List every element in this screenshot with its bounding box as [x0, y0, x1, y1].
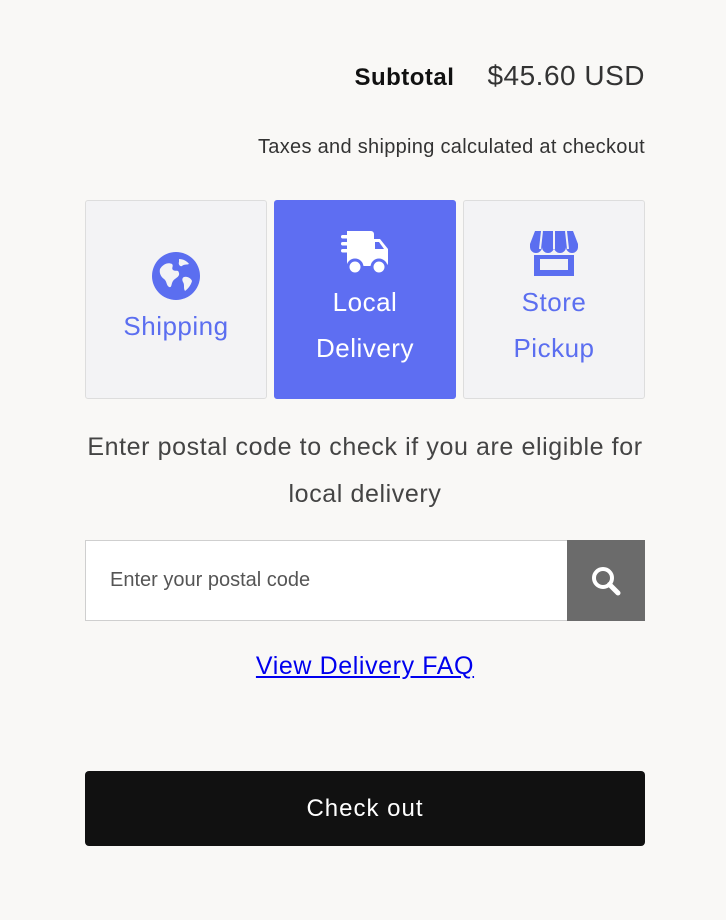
delivery-option-local-delivery[interactable]: Local Delivery — [274, 200, 456, 399]
globe-icon — [152, 251, 200, 300]
delivery-options: Shipping Local Delivery Store Pickup — [85, 200, 645, 399]
storefront-icon — [530, 230, 578, 276]
delivery-option-label: Pickup — [513, 332, 595, 363]
search-icon — [592, 566, 621, 595]
delivery-truck-icon — [341, 230, 388, 275]
delivery-option-shipping[interactable]: Shipping — [85, 200, 267, 399]
delivery-option-label: Local — [332, 286, 398, 317]
faq-link-container: View Delivery FAQ — [85, 652, 645, 681]
postal-code-input[interactable] — [85, 540, 567, 621]
delivery-option-label: Delivery — [316, 332, 414, 363]
subtotal-value: $45.60 USD — [487, 60, 645, 91]
postal-form — [85, 540, 645, 621]
search-button[interactable] — [567, 540, 645, 621]
cart-summary-page: Subtotal $45.60 USD Taxes and shipping c… — [0, 0, 726, 920]
tax-note: Taxes and shipping calculated at checkou… — [258, 136, 645, 158]
subtotal-label: Subtotal — [354, 64, 455, 91]
delivery-option-label: Store — [521, 286, 587, 317]
delivery-option-label: Shipping — [123, 310, 229, 341]
postal-prompt: Enter postal code to check if you are el… — [87, 433, 643, 508]
view-delivery-faq-link[interactable]: View Delivery FAQ — [256, 652, 474, 680]
checkout-button[interactable]: Check out — [85, 771, 645, 846]
delivery-option-store-pickup[interactable]: Store Pickup — [463, 200, 645, 399]
subtotal-row: Subtotal $45.60 USD — [85, 60, 645, 92]
